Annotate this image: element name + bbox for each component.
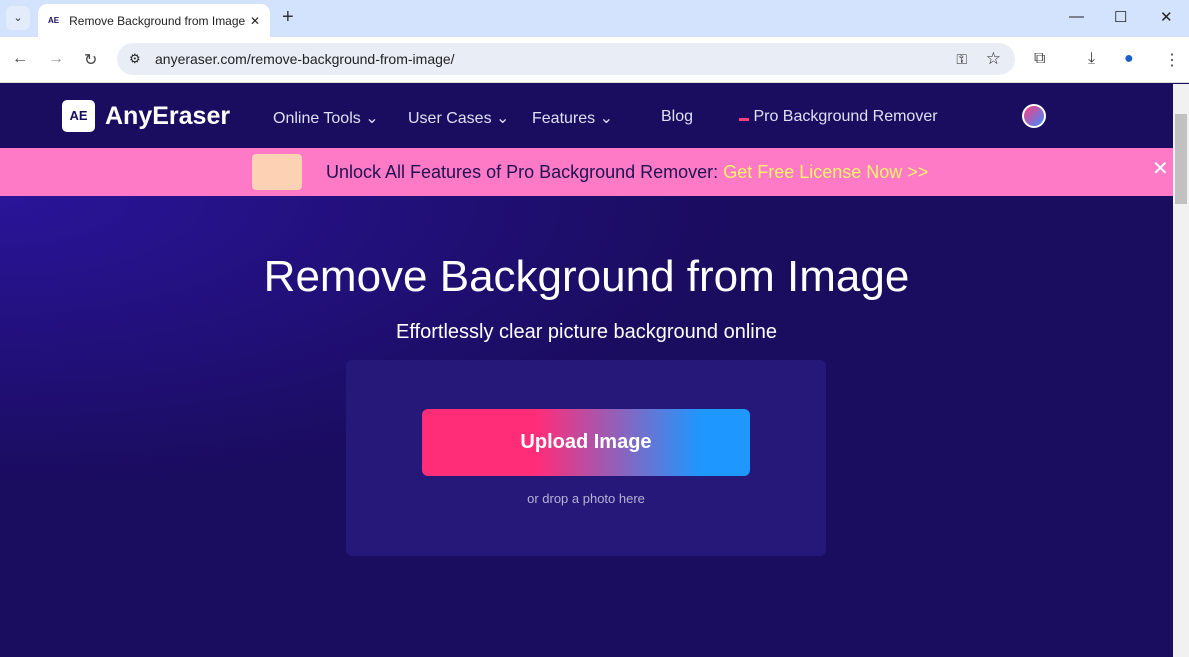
nav-user-cases[interactable]: User Cases ⌄	[408, 108, 509, 128]
logo-text: AnyEraser	[105, 101, 231, 130]
nav-blog[interactable]: Blog	[661, 108, 693, 126]
minimize-button[interactable]: —	[1069, 8, 1084, 25]
back-icon[interactable]: ←	[12, 50, 28, 68]
scrollbar[interactable]	[1173, 84, 1189, 657]
close-window-button[interactable]: ✕	[1160, 8, 1173, 26]
favicon: AE	[48, 16, 60, 25]
user-avatar[interactable]	[1022, 104, 1046, 128]
page-title: Remove Background from Image	[263, 252, 910, 301]
chevron-down-icon: ⌄	[599, 110, 613, 127]
url-text: anyeraser.com/remove-background-from-ima…	[155, 51, 455, 67]
reload-icon[interactable]: ↻	[84, 50, 97, 70]
tab-search-button[interactable]: ⌄	[6, 6, 30, 30]
hero: Remove Background from Image Effortlessl…	[0, 196, 1173, 657]
banner-text: Unlock All Features of Pro Background Re…	[326, 162, 719, 182]
promo-banner: Unlock All Features of Pro Background Re…	[0, 148, 1173, 196]
gift-icon	[252, 154, 302, 190]
address-bar[interactable]: ⚙ anyeraser.com/remove-background-from-i…	[117, 43, 1015, 75]
subtitle: Effortlessly clear picture background on…	[396, 321, 777, 343]
upload-image-button[interactable]: Upload Image	[422, 409, 750, 476]
close-banner-icon[interactable]: ✕	[1152, 156, 1169, 181]
nav-features[interactable]: Features ⌄	[532, 108, 613, 128]
free-license-link[interactable]: Get Free License Now >>	[723, 162, 928, 182]
menu-icon[interactable]: ⋮	[1164, 50, 1180, 70]
drop-hint: or drop a photo here	[527, 491, 645, 506]
upload-card[interactable]: Upload Image or drop a photo here	[346, 360, 826, 556]
logo-mark: AE	[62, 100, 95, 132]
profile-icon[interactable]: ●	[1124, 50, 1134, 68]
bookmark-star-icon[interactable]: ☆	[986, 49, 1001, 69]
nav-online-tools[interactable]: Online Tools ⌄	[273, 108, 379, 128]
extensions-icon[interactable]: ⧉	[1034, 50, 1045, 68]
scrollbar-thumb[interactable]	[1175, 114, 1187, 204]
browser-tab[interactable]: AE Remove Background from Image ✕	[38, 4, 270, 37]
tab-title: Remove Background from Image	[69, 13, 246, 28]
site-info-icon[interactable]: ⚙	[129, 51, 141, 67]
nav-pro-background-remover[interactable]: ▬ Pro Background Remover	[739, 108, 938, 126]
password-key-icon[interactable]: ⚿	[956, 51, 967, 68]
logo[interactable]: AE AnyEraser	[62, 100, 230, 132]
site-nav: AE AnyEraser Online Tools ⌄ User Cases ⌄…	[0, 84, 1173, 148]
download-icon[interactable]: ⤓	[1088, 50, 1095, 68]
close-tab-icon[interactable]: ✕	[250, 14, 260, 28]
maximize-button[interactable]: ☐	[1114, 8, 1127, 26]
chevron-down-icon: ⌄	[365, 110, 379, 127]
new-tab-button[interactable]: +	[282, 6, 294, 29]
browser-toolbar: ← → ↻ ⚙ anyeraser.com/remove-background-…	[0, 37, 1189, 83]
chevron-down-icon: ⌄	[496, 110, 510, 127]
crown-icon: ▬	[739, 113, 749, 124]
forward-icon[interactable]: →	[48, 50, 64, 68]
tab-bar: ⌄ AE Remove Background from Image ✕ + — …	[0, 0, 1189, 37]
